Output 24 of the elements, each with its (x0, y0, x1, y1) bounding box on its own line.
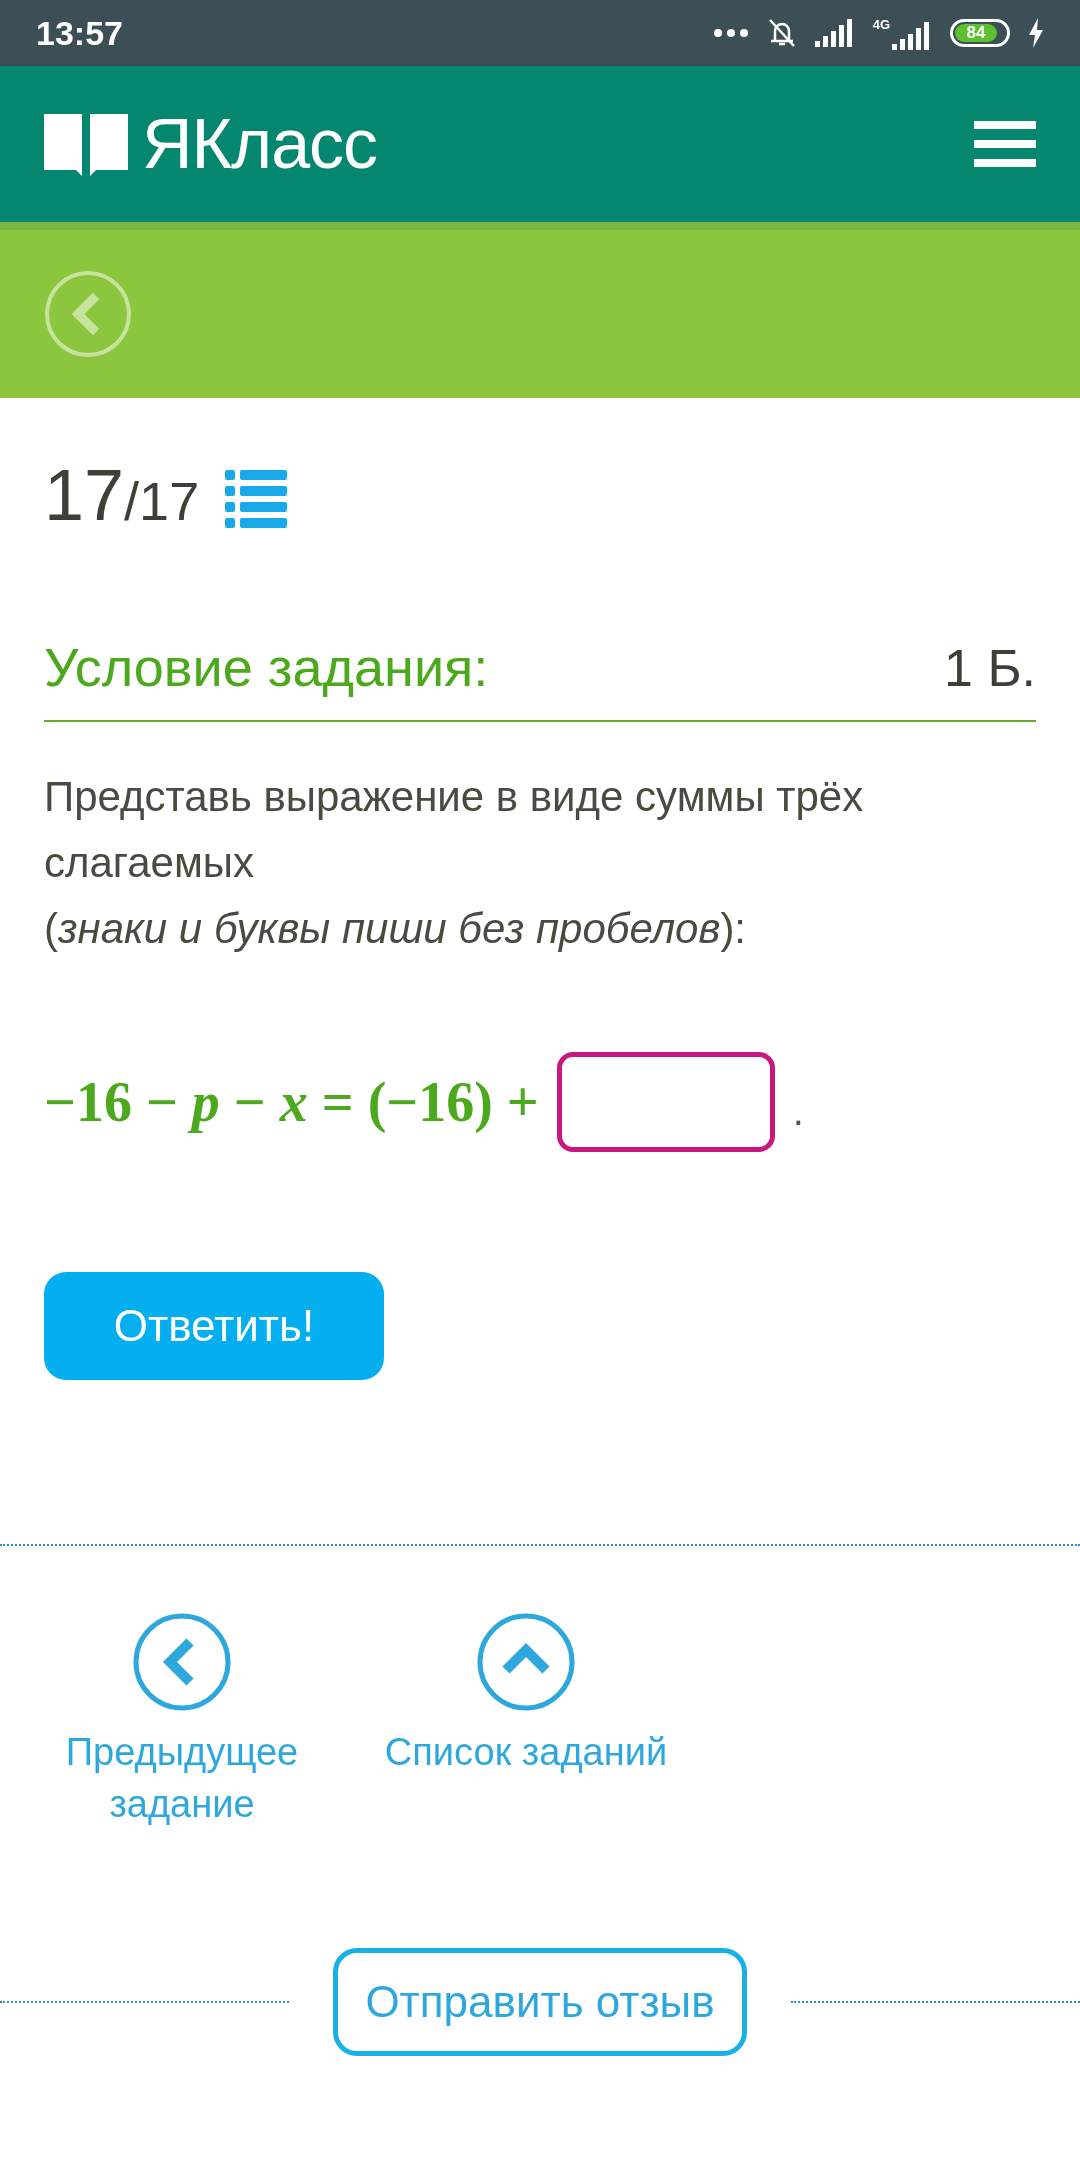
answer-button[interactable]: Ответить! (44, 1272, 384, 1380)
book-icon (44, 112, 128, 176)
battery-indicator: 84 (950, 19, 1010, 47)
muted-bell-icon (766, 17, 797, 49)
answer-field[interactable] (556, 1052, 775, 1152)
task-hint: (знаки и буквы пиши без пробелов): (44, 904, 748, 954)
equation: −16 − p − x = (−16) + (44, 1070, 539, 1134)
more-icon (712, 28, 749, 38)
signal-icon (814, 19, 855, 47)
clock: 13:57 (36, 13, 123, 53)
menu-icon[interactable] (974, 121, 1036, 167)
signal-icon (892, 21, 932, 50)
network-label: 4G (872, 16, 890, 32)
task-total: /17 (124, 471, 200, 532)
period: . (792, 1089, 804, 1134)
charging-icon (1028, 18, 1044, 48)
points: 1 Б. (944, 638, 1036, 698)
section-title: Условие задания: (44, 636, 489, 698)
logo[interactable]: ЯКласс (44, 104, 378, 184)
task-number: 17 (44, 454, 125, 536)
previous-task-link[interactable]: Предыдущее задание (42, 1612, 322, 1830)
list-icon[interactable] (225, 470, 288, 528)
feedback-button[interactable]: Отправить отзыв (333, 1948, 747, 2056)
task-list-link[interactable]: Список заданий (366, 1612, 686, 1830)
